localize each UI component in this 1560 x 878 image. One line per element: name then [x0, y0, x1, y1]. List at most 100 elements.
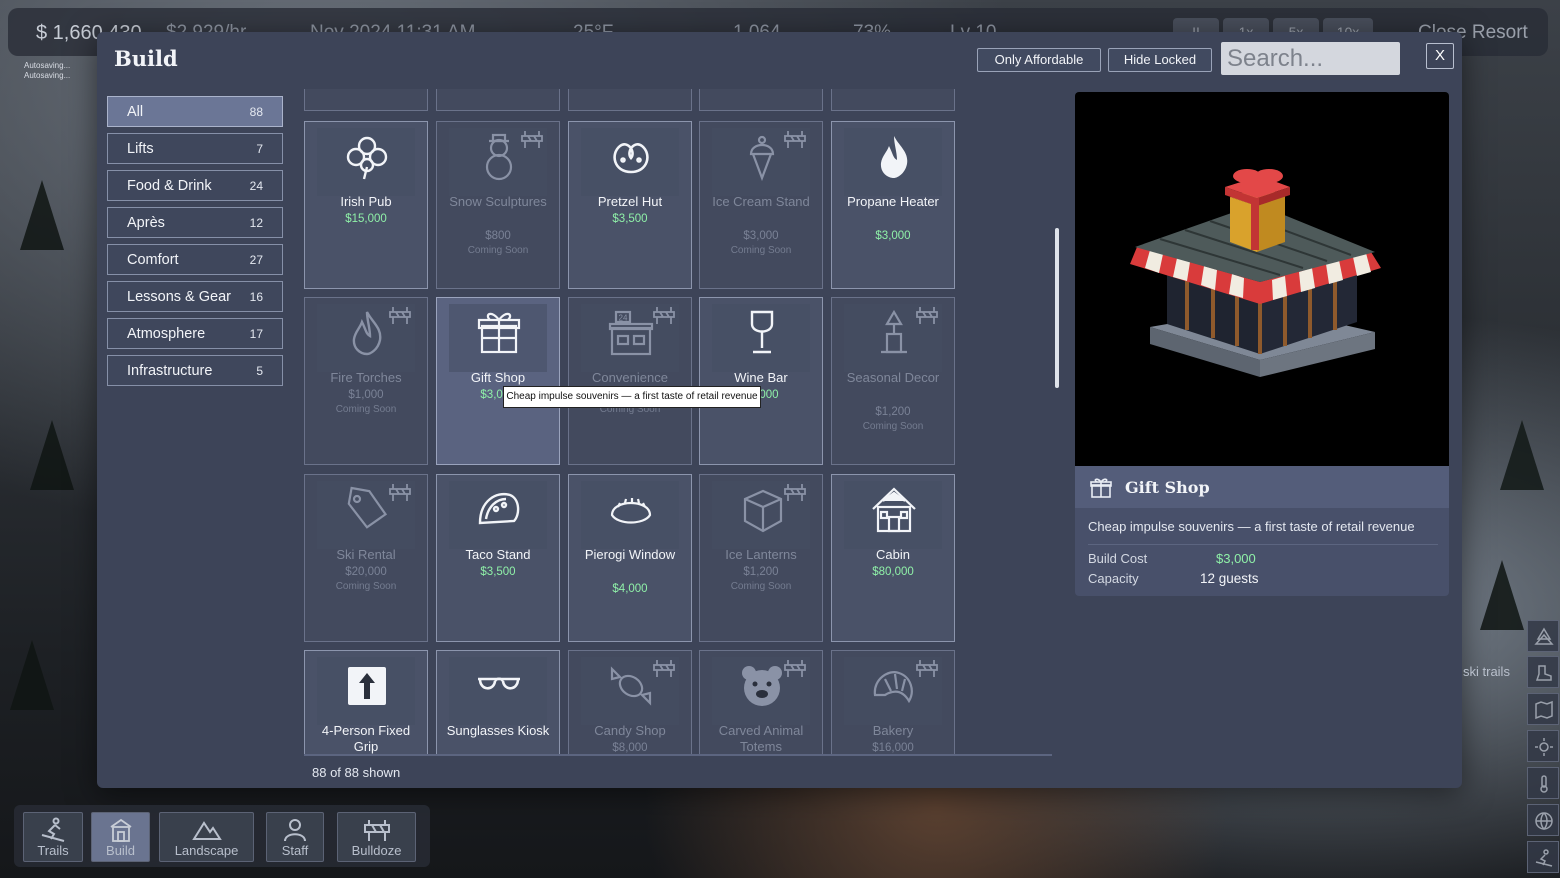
category-lessons-gear[interactable]: Lessons & Gear 16: [107, 281, 283, 312]
category-food-drink[interactable]: Food & Drink 24: [107, 170, 283, 201]
backdrop-tree: [1480, 560, 1524, 630]
locked-barrier-icon: [784, 484, 806, 501]
autosave-indicator: Autosaving...: [24, 61, 71, 70]
card-price: $1,200: [875, 406, 911, 418]
card-status: Coming Soon: [335, 581, 397, 592]
category-comfort[interactable]: Comfort 27: [107, 244, 283, 275]
tree-icon: [1534, 627, 1554, 645]
locked-barrier-icon: [784, 131, 806, 148]
category-atmosphere[interactable]: Atmosphere 17: [107, 318, 283, 349]
detail-divider: [1088, 544, 1438, 545]
build-card-fire-torches[interactable]: Fire Torches $1,000 Coming Soon: [304, 297, 428, 465]
build-card-irish-pub[interactable]: Irish Pub $15,000: [304, 121, 428, 289]
trails-tool-button[interactable]: Trails: [23, 812, 83, 862]
build-card-snow-sculptures[interactable]: Snow Sculptures $800 Coming Soon: [436, 121, 560, 289]
build-card-partial[interactable]: [699, 89, 823, 111]
detail-title: Gift Shop: [1125, 478, 1210, 497]
map-icon: [1535, 700, 1553, 720]
locked-barrier-icon: [389, 484, 411, 501]
build-card-seasonal-decor[interactable]: Seasonal Decor $1,200 Coming Soon: [831, 297, 955, 465]
build-card-4-person-fixed-grip[interactable]: 4-Person Fixed Grip: [304, 650, 428, 756]
modal-title: Build: [114, 46, 178, 71]
build-card-sunglasses-kiosk[interactable]: Sunglasses Kiosk: [436, 650, 560, 756]
build-card-cabin[interactable]: Cabin $80,000: [831, 474, 955, 642]
tool-label: Build: [106, 843, 135, 858]
skier-tool-button[interactable]: [1527, 841, 1559, 873]
tree-tool-button[interactable]: [1527, 620, 1559, 652]
build-card-candy-shop[interactable]: Candy Shop $8,000: [568, 650, 692, 756]
map-tool-button[interactable]: [1527, 693, 1559, 725]
category-apres[interactable]: Après 12: [107, 207, 283, 238]
store-24-icon: 24: [608, 310, 654, 356]
pretzel-icon: [613, 143, 649, 174]
skier-icon: [41, 817, 65, 842]
card-name: Ice Cream Stand: [712, 194, 810, 209]
ski-trails-label: ski trails: [1463, 664, 1510, 679]
sunglasses-icon: [478, 677, 520, 690]
build-card-convenience[interactable]: 24Convenience$4,000Coming Soon: [568, 297, 692, 465]
landscape-tool-button[interactable]: Landscape: [159, 812, 254, 862]
build-card-ice-cream-stand[interactable]: Ice Cream Stand $3,000 Coming Soon: [699, 121, 823, 289]
boot-icon: [1535, 665, 1552, 681]
clover-icon: [346, 136, 388, 180]
build-card-partial[interactable]: [436, 89, 560, 111]
card-name: Taco Stand: [465, 547, 531, 562]
only-affordable-button[interactable]: Only Affordable: [977, 48, 1101, 72]
card-price: $3,000: [743, 230, 779, 242]
ice-cream-icon: [749, 135, 775, 182]
thermometer-icon: [1540, 775, 1548, 793]
barrier-icon: [363, 820, 390, 841]
card-name: Fire Torches: [330, 370, 402, 385]
card-price: $80,000: [872, 566, 914, 578]
grid-scrollbar[interactable]: [1055, 228, 1059, 388]
bulldoze-tool-button[interactable]: Bulldoze: [337, 812, 416, 862]
category-label: All: [127, 104, 144, 120]
temperature-tool-button[interactable]: [1527, 767, 1559, 799]
detail-header: Gift Shop: [1075, 466, 1449, 508]
build-card-partial[interactable]: [304, 89, 428, 111]
build-card-taco-stand[interactable]: Taco Stand $3,500: [436, 474, 560, 642]
card-name: Gift Shop: [470, 370, 526, 385]
wine-glass-icon: [750, 310, 774, 354]
boot-tool-button[interactable]: [1527, 656, 1559, 688]
backdrop-tree: [20, 180, 64, 250]
build-card-partial[interactable]: [831, 89, 955, 111]
weather-tool-button[interactable]: [1527, 730, 1559, 762]
category-infrastructure[interactable]: Infrastructure 5: [107, 355, 283, 386]
card-price: $4,000: [612, 583, 648, 595]
build-card-ice-lanterns[interactable]: Ice Lanterns $1,200 Coming Soon: [699, 474, 823, 642]
hide-locked-button[interactable]: Hide Locked: [1108, 48, 1212, 72]
build-tool-button[interactable]: Build: [91, 812, 150, 862]
build-card-bakery[interactable]: Bakery $16,000: [831, 650, 955, 756]
build-card-partial[interactable]: [568, 89, 692, 111]
close-button[interactable]: X: [1426, 43, 1454, 69]
build-card-wine-bar[interactable]: Wine Bar $6,000: [699, 297, 823, 465]
build-card-propane-heater[interactable]: Propane Heater $3,000: [831, 121, 955, 289]
card-price: $20,000: [345, 566, 387, 578]
build-card-gift-shop[interactable]: Gift Shop $3,000: [436, 297, 560, 465]
category-label: Atmosphere: [127, 326, 206, 342]
card-name: Snow Sculptures: [449, 194, 547, 209]
card-name: Carved Animal Totems: [718, 723, 804, 754]
category-count: 5: [256, 364, 263, 378]
category-label: Lifts: [127, 141, 154, 157]
card-name: Candy Shop: [594, 723, 666, 738]
build-card-carved-animal-totems[interactable]: Carved Animal Totems: [699, 650, 823, 756]
build-card-pretzel-hut[interactable]: Pretzel Hut $3,500: [568, 121, 692, 289]
card-price: $3,500: [480, 566, 516, 578]
build-card-ski-rental[interactable]: Ski Rental $20,000 Coming Soon: [304, 474, 428, 642]
build-cost-label: Build Cost: [1088, 551, 1148, 566]
build-item-grid[interactable]: Irish Pub $15,000 Snow Sculptures $800 Comin…: [304, 89, 1052, 756]
staff-tool-button[interactable]: Staff: [266, 812, 324, 862]
card-price: $15,000: [345, 213, 387, 225]
shown-count: 88 of 88 shown: [312, 765, 401, 780]
build-card-pierogi-window[interactable]: Pierogi Window $4,000: [568, 474, 692, 642]
stats-tool-button[interactable]: [1527, 804, 1559, 836]
category-all[interactable]: All 88: [107, 96, 283, 127]
card-name: Pretzel Hut: [597, 194, 663, 209]
snowman-icon: [485, 133, 513, 181]
card-price: $3,000: [875, 230, 911, 242]
category-lifts[interactable]: Lifts 7: [107, 133, 283, 164]
locked-barrier-icon: [389, 307, 411, 324]
search-input[interactable]: [1221, 42, 1400, 75]
